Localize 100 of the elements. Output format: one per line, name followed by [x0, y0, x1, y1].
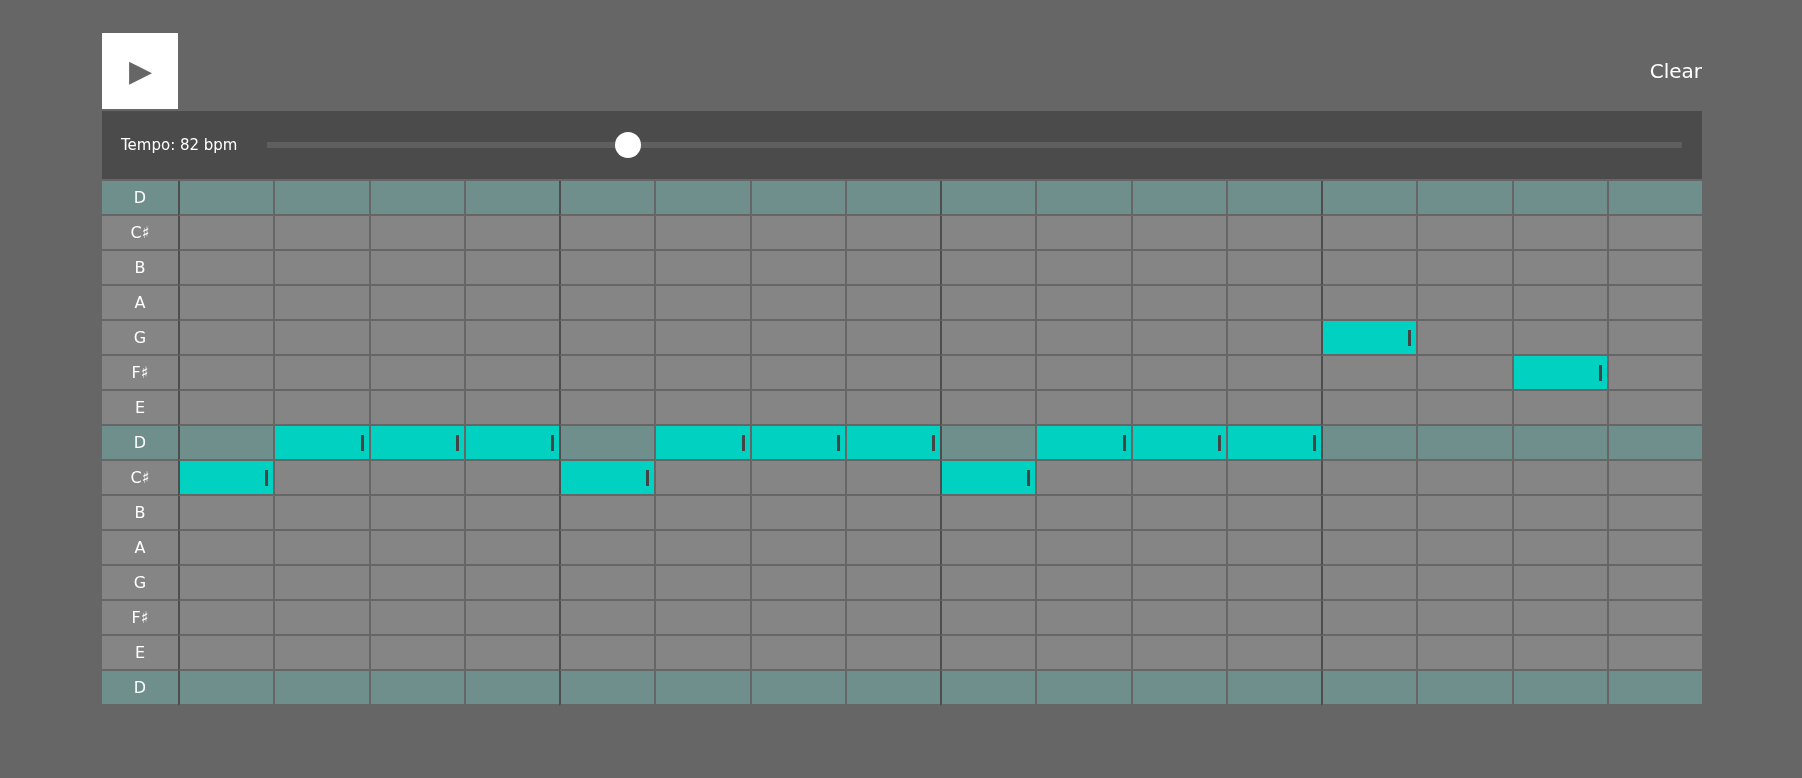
- grid-cell[interactable]: [559, 216, 655, 251]
- grid-cell[interactable]: [1321, 181, 1417, 216]
- grid-cell[interactable]: [368, 566, 464, 601]
- note-cell-active[interactable]: [844, 426, 940, 461]
- grid-cell[interactable]: [463, 496, 559, 531]
- grid-cell[interactable]: [940, 636, 1036, 671]
- grid-cell[interactable]: [1321, 601, 1417, 636]
- grid-cell[interactable]: [1225, 461, 1321, 496]
- grid-cell[interactable]: [559, 636, 655, 671]
- grid-cell[interactable]: [273, 286, 369, 321]
- grid-cell[interactable]: [559, 356, 655, 391]
- grid-cell[interactable]: [1416, 356, 1512, 391]
- grid-cell[interactable]: [1130, 671, 1226, 706]
- grid-cell[interactable]: [1321, 461, 1417, 496]
- grid-cell[interactable]: [1225, 496, 1321, 531]
- grid-cell[interactable]: [844, 531, 940, 566]
- grid-cell[interactable]: [1416, 251, 1512, 286]
- grid-cell[interactable]: [749, 181, 845, 216]
- grid-cell[interactable]: [1606, 496, 1702, 531]
- grid-cell[interactable]: [273, 601, 369, 636]
- grid-cell[interactable]: [273, 671, 369, 706]
- grid-cell[interactable]: [1130, 181, 1226, 216]
- grid-cell[interactable]: [273, 496, 369, 531]
- grid-cell[interactable]: [1225, 286, 1321, 321]
- grid-cell[interactable]: [1035, 496, 1131, 531]
- grid-cell[interactable]: [463, 356, 559, 391]
- grid-cell[interactable]: [1606, 216, 1702, 251]
- grid-cell[interactable]: [368, 636, 464, 671]
- note-cell-active[interactable]: [559, 461, 655, 496]
- grid-cell[interactable]: [1606, 461, 1702, 496]
- grid-cell[interactable]: [654, 566, 750, 601]
- grid-cell[interactable]: [273, 216, 369, 251]
- grid-cell[interactable]: [368, 181, 464, 216]
- grid-cell[interactable]: [178, 566, 274, 601]
- grid-cell[interactable]: [1130, 496, 1226, 531]
- grid-cell[interactable]: [1225, 601, 1321, 636]
- grid-cell[interactable]: [1606, 566, 1702, 601]
- grid-cell[interactable]: [368, 286, 464, 321]
- grid-cell[interactable]: [844, 251, 940, 286]
- grid-cell[interactable]: [1321, 671, 1417, 706]
- grid-cell[interactable]: [844, 636, 940, 671]
- grid-cell[interactable]: [1035, 461, 1131, 496]
- grid-cell[interactable]: [178, 286, 274, 321]
- grid-cell[interactable]: [654, 216, 750, 251]
- grid-cell[interactable]: [1511, 636, 1607, 671]
- grid-cell[interactable]: [749, 216, 845, 251]
- note-resize-handle[interactable]: [646, 469, 650, 486]
- grid-cell[interactable]: [1416, 461, 1512, 496]
- grid-cell[interactable]: [749, 531, 845, 566]
- grid-cell[interactable]: [844, 601, 940, 636]
- grid-cell[interactable]: [749, 496, 845, 531]
- grid-cell[interactable]: [1321, 251, 1417, 286]
- grid-cell[interactable]: [1130, 636, 1226, 671]
- grid-cell[interactable]: [844, 356, 940, 391]
- grid-cell[interactable]: [1225, 636, 1321, 671]
- grid-cell[interactable]: [1225, 216, 1321, 251]
- grid-cell[interactable]: [1511, 566, 1607, 601]
- grid-cell[interactable]: [178, 391, 274, 426]
- grid-cell[interactable]: [1225, 566, 1321, 601]
- grid-cell[interactable]: [1416, 181, 1512, 216]
- note-resize-handle[interactable]: [1408, 329, 1412, 346]
- note-resize-handle[interactable]: [455, 434, 459, 451]
- grid-cell[interactable]: [178, 356, 274, 391]
- note-cell-active[interactable]: [463, 426, 559, 461]
- grid-cell[interactable]: [178, 181, 274, 216]
- grid-cell[interactable]: [1606, 181, 1702, 216]
- grid-cell[interactable]: [749, 321, 845, 356]
- grid-cell[interactable]: [654, 636, 750, 671]
- note-resize-handle[interactable]: [836, 434, 840, 451]
- grid-cell[interactable]: [1130, 391, 1226, 426]
- grid-cell[interactable]: [1511, 426, 1607, 461]
- grid-cell[interactable]: [749, 601, 845, 636]
- grid-cell[interactable]: [559, 321, 655, 356]
- note-cell-active[interactable]: [1225, 426, 1321, 461]
- grid-cell[interactable]: [1321, 391, 1417, 426]
- grid-cell[interactable]: [1416, 391, 1512, 426]
- grid-cell[interactable]: [463, 181, 559, 216]
- grid-cell[interactable]: [1035, 636, 1131, 671]
- grid-cell[interactable]: [654, 286, 750, 321]
- note-cell-active[interactable]: [749, 426, 845, 461]
- grid-cell[interactable]: [1606, 251, 1702, 286]
- grid-cell[interactable]: [1606, 426, 1702, 461]
- grid-cell[interactable]: [1130, 531, 1226, 566]
- grid-cell[interactable]: [273, 356, 369, 391]
- grid-cell[interactable]: [1321, 286, 1417, 321]
- grid-cell[interactable]: [654, 496, 750, 531]
- grid-cell[interactable]: [1225, 321, 1321, 356]
- grid-cell[interactable]: [1321, 216, 1417, 251]
- grid-cell[interactable]: [940, 321, 1036, 356]
- grid-cell[interactable]: [559, 181, 655, 216]
- grid-cell[interactable]: [559, 426, 655, 461]
- grid-cell[interactable]: [1511, 286, 1607, 321]
- grid-cell[interactable]: [1035, 321, 1131, 356]
- grid-cell[interactable]: [178, 321, 274, 356]
- note-resize-handle[interactable]: [551, 434, 554, 451]
- grid-cell[interactable]: [1606, 531, 1702, 566]
- note-cell-active[interactable]: [940, 461, 1036, 496]
- grid-cell[interactable]: [463, 251, 559, 286]
- grid-cell[interactable]: [1606, 286, 1702, 321]
- grid-cell[interactable]: [654, 531, 750, 566]
